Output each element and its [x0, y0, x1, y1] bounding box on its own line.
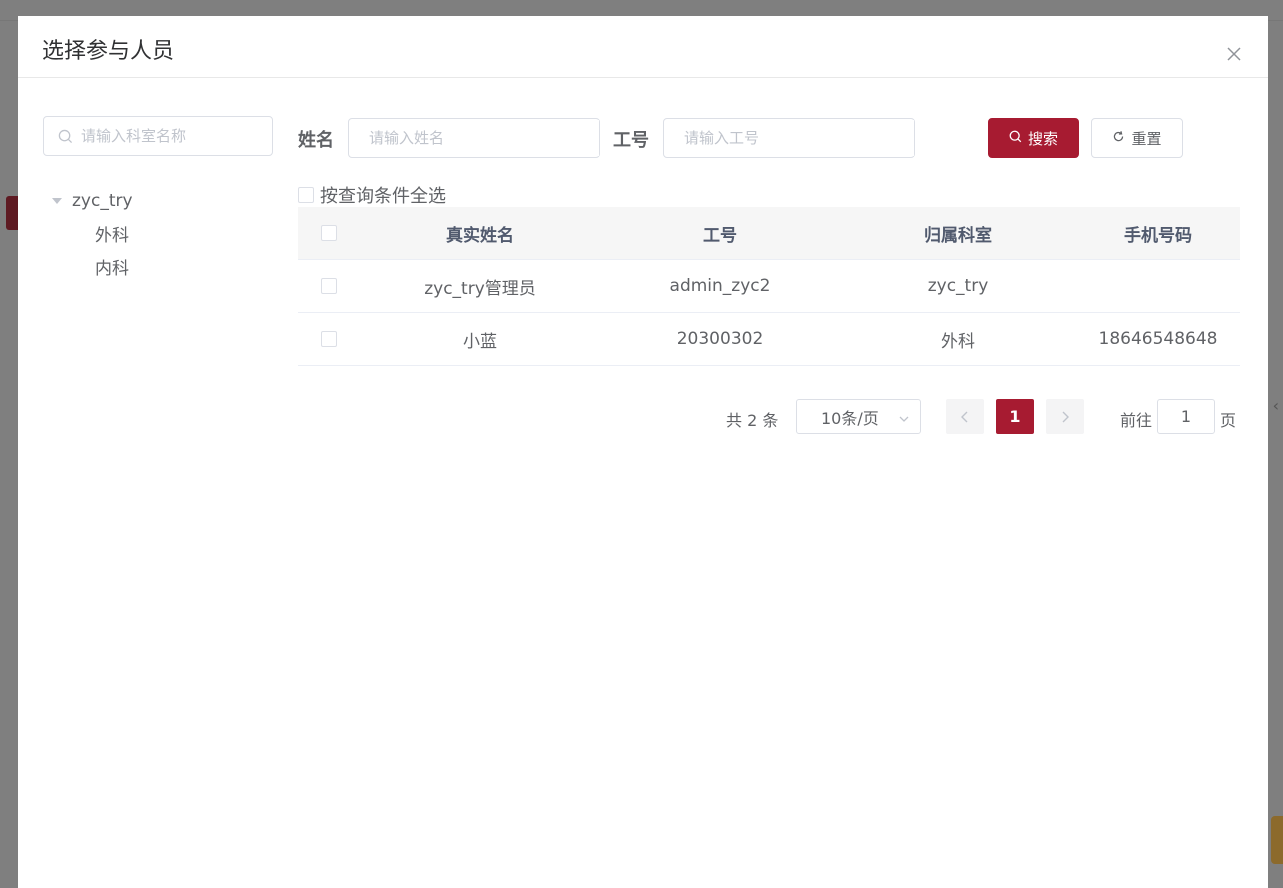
- column-header-phone: 手机号码: [1124, 225, 1192, 246]
- row-checkbox-cell: [298, 278, 360, 294]
- name-input[interactable]: [369, 120, 599, 156]
- chevron-down-icon: [898, 410, 910, 429]
- reset-button-label: 重置: [1131, 129, 1162, 148]
- employee-id-input[interactable]: [684, 120, 914, 156]
- tree-node-label: 外科: [95, 226, 129, 246]
- background-chevron-icon: ‹: [1272, 396, 1279, 415]
- header-checkbox[interactable]: [321, 225, 337, 241]
- caret-down-icon[interactable]: [52, 197, 62, 204]
- name-label: 姓名: [298, 130, 334, 151]
- header-checkbox-cell: [298, 225, 360, 241]
- background-side-button: [1271, 816, 1283, 864]
- page-size-select[interactable]: 10条/页: [796, 399, 921, 434]
- tree-node-label: zyc_try: [72, 190, 133, 211]
- chevron-left-icon: [961, 411, 968, 422]
- department-search-input[interactable]: [81, 118, 261, 154]
- select-participants-dialog: 选择参与人员 zyc_try 外科 内科 姓名 工号 搜索: [18, 16, 1268, 888]
- tree-node-internal-medicine[interactable]: 内科: [52, 250, 133, 283]
- table-row[interactable]: zyc_try管理员 admin_zyc2 zyc_try: [298, 260, 1240, 313]
- cell-phone: 18646548648: [1098, 329, 1218, 349]
- employee-id-label: 工号: [613, 130, 649, 151]
- search-button[interactable]: 搜索: [988, 118, 1079, 158]
- prev-page-button[interactable]: [946, 399, 984, 434]
- refresh-icon: [1112, 129, 1125, 147]
- table-header-row: 真实姓名 工号 归属科室 手机号码: [298, 207, 1240, 260]
- department-tree: zyc_try 外科 内科: [52, 184, 133, 283]
- search-icon: [1009, 129, 1022, 147]
- chevron-right-icon: [1062, 411, 1069, 422]
- pagination-total: 共 2 条: [726, 411, 779, 430]
- page-size-value: 10条/页: [821, 408, 879, 428]
- name-field[interactable]: [348, 118, 600, 158]
- personnel-table: 真实姓名 工号 归属科室 手机号码 zyc_try管理员 admin_zyc2 …: [298, 207, 1240, 366]
- tree-node-root[interactable]: zyc_try: [52, 184, 133, 217]
- employee-id-field[interactable]: [663, 118, 915, 158]
- department-search-field[interactable]: [43, 116, 273, 156]
- goto-page-unit: 页: [1220, 411, 1237, 430]
- reset-button[interactable]: 重置: [1091, 118, 1183, 158]
- column-header-employee-id: 工号: [703, 225, 737, 246]
- cell-employee-id: 20300302: [676, 329, 764, 349]
- select-all-label: 按查询条件全选: [320, 186, 446, 207]
- tree-node-surgery[interactable]: 外科: [52, 217, 133, 250]
- cell-department: 外科: [941, 331, 975, 352]
- column-header-department: 归属科室: [924, 225, 992, 246]
- pagination: 共 2 条 10条/页 1 前往 页: [18, 399, 1268, 435]
- cell-department: zyc_try: [927, 276, 989, 296]
- column-header-real-name: 真实姓名: [446, 225, 514, 246]
- search-button-label: 搜索: [1027, 129, 1058, 148]
- page-number-current[interactable]: 1: [996, 399, 1034, 434]
- dialog-header: 选择参与人员: [18, 16, 1268, 78]
- cell-employee-id: admin_zyc2: [669, 276, 771, 296]
- select-all-checkbox[interactable]: [298, 187, 314, 203]
- cell-real-name: 小蓝: [463, 331, 497, 352]
- row-checkbox[interactable]: [321, 331, 337, 347]
- close-icon[interactable]: [1226, 46, 1242, 62]
- row-checkbox-cell: [298, 331, 360, 347]
- dialog-title: 选择参与人员: [42, 39, 175, 64]
- select-all-by-query[interactable]: 按查询条件全选: [298, 182, 446, 208]
- tree-node-label: 内科: [95, 259, 129, 279]
- cell-real-name: zyc_try管理员: [424, 278, 536, 299]
- next-page-button[interactable]: [1046, 399, 1084, 434]
- goto-label: 前往: [1120, 411, 1153, 430]
- search-icon: [58, 129, 73, 144]
- row-checkbox[interactable]: [321, 278, 337, 294]
- table-row[interactable]: 小蓝 20300302 外科 18646548648: [298, 313, 1240, 366]
- goto-page-input[interactable]: [1157, 399, 1215, 434]
